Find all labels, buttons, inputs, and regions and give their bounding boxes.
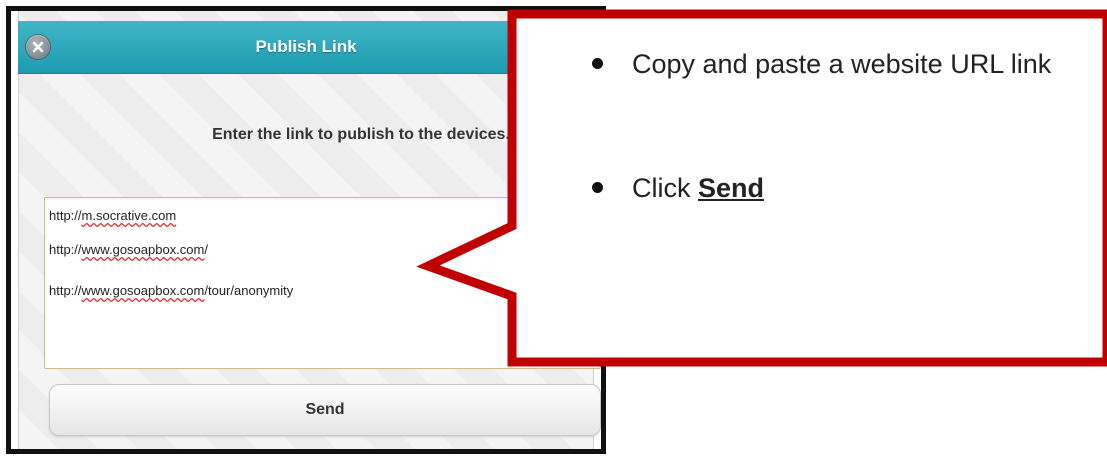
callout-list: Copy and paste a website URL link Click … xyxy=(592,44,1102,208)
callout-text-click: Click xyxy=(632,173,698,203)
bullet-icon xyxy=(592,182,603,193)
callout-send-word: Send xyxy=(698,173,765,203)
bullet-icon xyxy=(592,58,603,69)
callout-bullet-item: Click Send xyxy=(592,168,1102,208)
callout-text-copy: Copy and paste a website URL link xyxy=(632,49,1052,79)
callout-bullet-item: Copy and paste a website URL link xyxy=(592,44,1102,124)
